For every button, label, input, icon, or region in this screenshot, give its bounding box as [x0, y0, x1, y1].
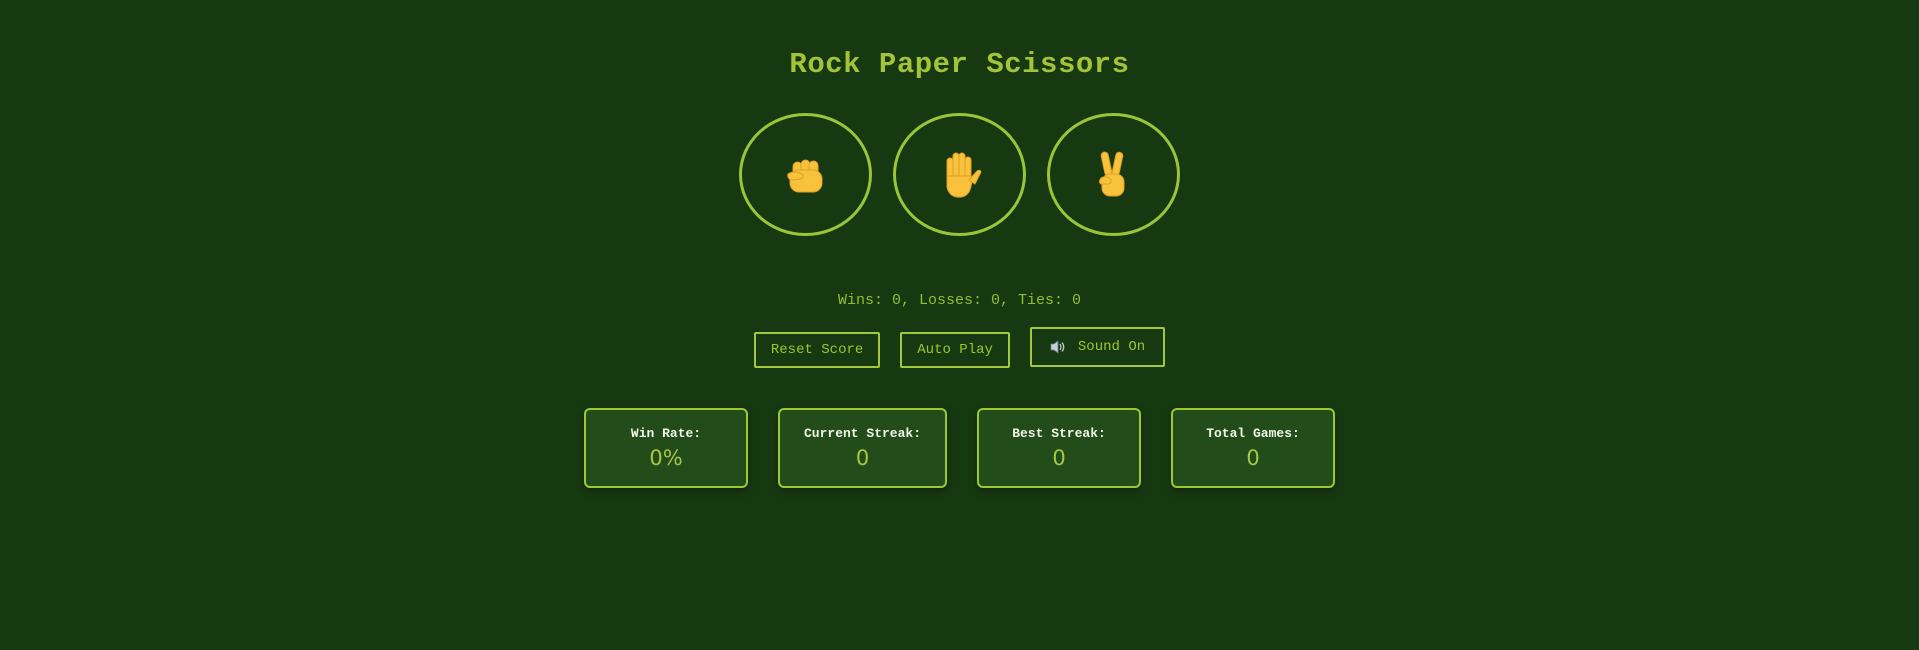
- current-streak-card: Current Streak: 0: [778, 408, 947, 488]
- victory-hand-icon: [1098, 151, 1124, 196]
- current-streak-label: Current Streak:: [803, 426, 922, 441]
- total-games-card: Total Games: 0: [1171, 408, 1335, 488]
- win-rate-label: Win Rate:: [630, 426, 702, 441]
- best-streak-card: Best Streak: 0: [977, 408, 1141, 488]
- sound-toggle-button[interactable]: Sound On: [1029, 327, 1166, 367]
- best-streak-label: Best Streak:: [1012, 426, 1106, 441]
- current-streak-value: 0: [855, 446, 870, 470]
- speaker-icon: [1050, 340, 1066, 354]
- auto-play-label: Auto Play: [917, 342, 993, 358]
- raised-hand-icon: [946, 152, 982, 198]
- choice-buttons: [0, 113, 1919, 236]
- control-buttons: Reset Score Auto Play Sound On: [0, 327, 1919, 368]
- score-text: Wins: 0, Losses: 0, Ties: 0: [837, 292, 1082, 309]
- sound-label: Sound On: [1077, 339, 1146, 355]
- reset-score-button[interactable]: Reset Score: [753, 332, 881, 368]
- best-streak-value: 0: [1052, 446, 1066, 470]
- paper-button[interactable]: [893, 113, 1026, 236]
- scissors-button[interactable]: [1047, 113, 1180, 236]
- reset-score-label: Reset Score: [770, 342, 864, 358]
- rock-button[interactable]: [739, 113, 872, 236]
- win-rate-value: 0%: [649, 446, 683, 470]
- raised-fist-icon: [786, 159, 822, 192]
- win-rate-card: Win Rate: 0%: [584, 408, 748, 488]
- total-games-value: 0: [1246, 446, 1260, 470]
- page-title: Rock Paper Scissors: [789, 48, 1130, 81]
- total-games-label: Total Games:: [1206, 426, 1300, 441]
- stats-panel: Win Rate: 0% Current Streak: 0 Best Stre…: [0, 408, 1919, 488]
- auto-play-button[interactable]: Auto Play: [900, 332, 1010, 368]
